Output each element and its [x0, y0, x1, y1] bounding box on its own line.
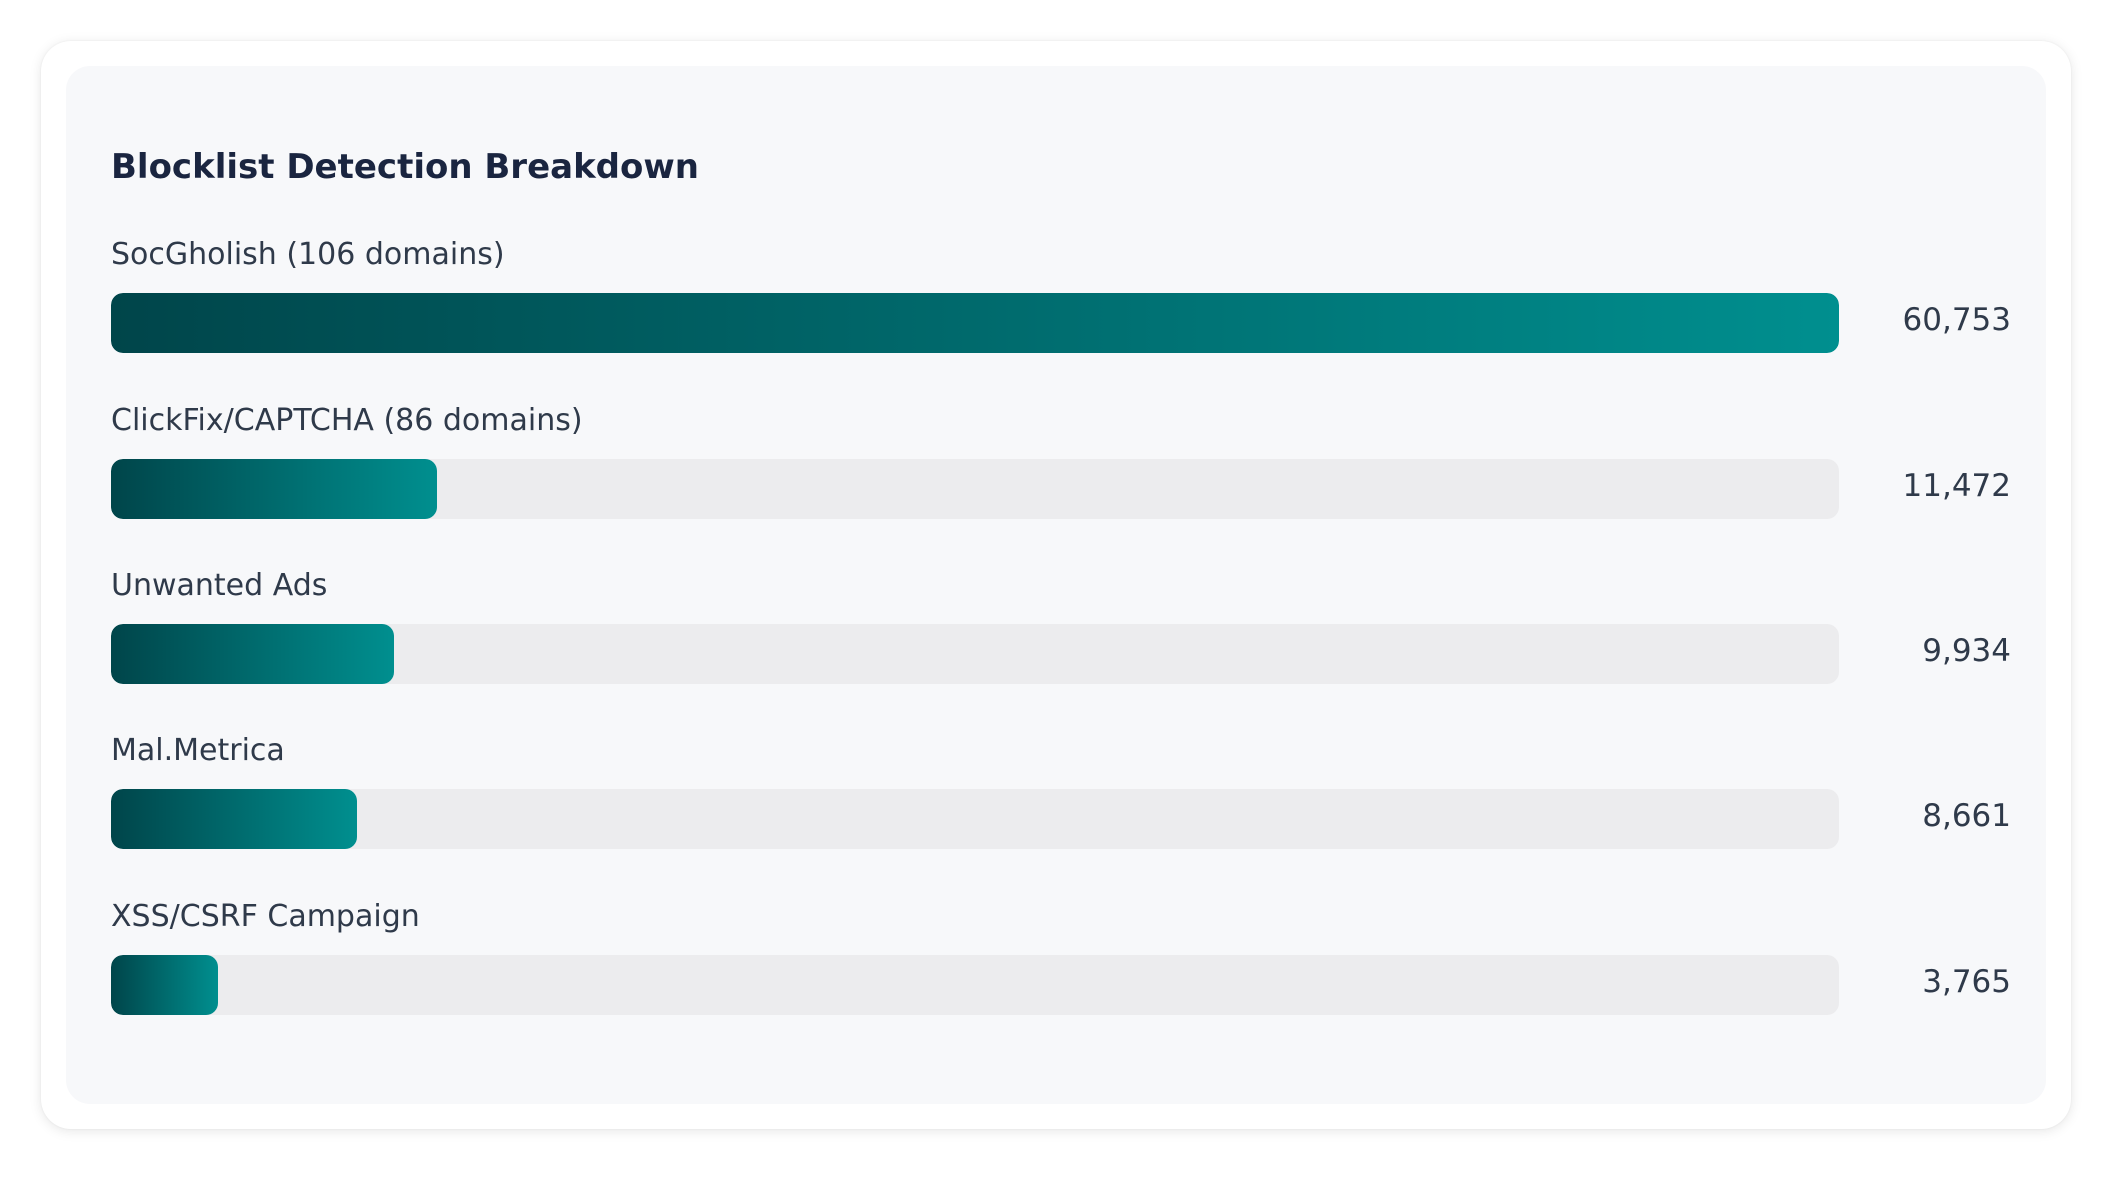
bar-row: Mal.Metrica 8,661	[111, 734, 2011, 864]
bar-label: XSS/CSRF Campaign	[111, 899, 420, 934]
bar-track	[111, 955, 1839, 1015]
chart-card: Blocklist Detection Breakdown SocGholish…	[41, 41, 2071, 1129]
bar-label: Mal.Metrica	[111, 733, 285, 768]
bar-value-label: 3,765	[1922, 964, 2011, 1000]
bar-value-label: 9,934	[1922, 633, 2011, 669]
bar-label: SocGholish (106 domains)	[111, 237, 505, 272]
bar-row: SocGholish (106 domains) 60,753	[111, 238, 2011, 368]
bar-value-label: 11,472	[1902, 468, 2011, 504]
bar-track	[111, 459, 1839, 519]
bar-value-label: 8,661	[1922, 798, 2011, 834]
bar-fill	[111, 293, 1839, 353]
bar-track	[111, 789, 1839, 849]
bar-value-label: 60,753	[1902, 302, 2011, 338]
bar-fill	[111, 459, 437, 519]
bar-fill	[111, 789, 357, 849]
bar-row: XSS/CSRF Campaign 3,765	[111, 900, 2011, 1030]
chart-panel: Blocklist Detection Breakdown SocGholish…	[66, 66, 2046, 1104]
bar-fill	[111, 624, 394, 684]
bar-rows: SocGholish (106 domains) 60,753 ClickFix…	[111, 66, 2011, 1104]
bar-track	[111, 624, 1839, 684]
bar-row: ClickFix/CAPTCHA (86 domains) 11,472	[111, 404, 2011, 534]
bar-row: Unwanted Ads 9,934	[111, 569, 2011, 699]
bar-track	[111, 293, 1839, 353]
bar-fill	[111, 955, 218, 1015]
bar-label: ClickFix/CAPTCHA (86 domains)	[111, 403, 583, 438]
bar-label: Unwanted Ads	[111, 568, 328, 603]
